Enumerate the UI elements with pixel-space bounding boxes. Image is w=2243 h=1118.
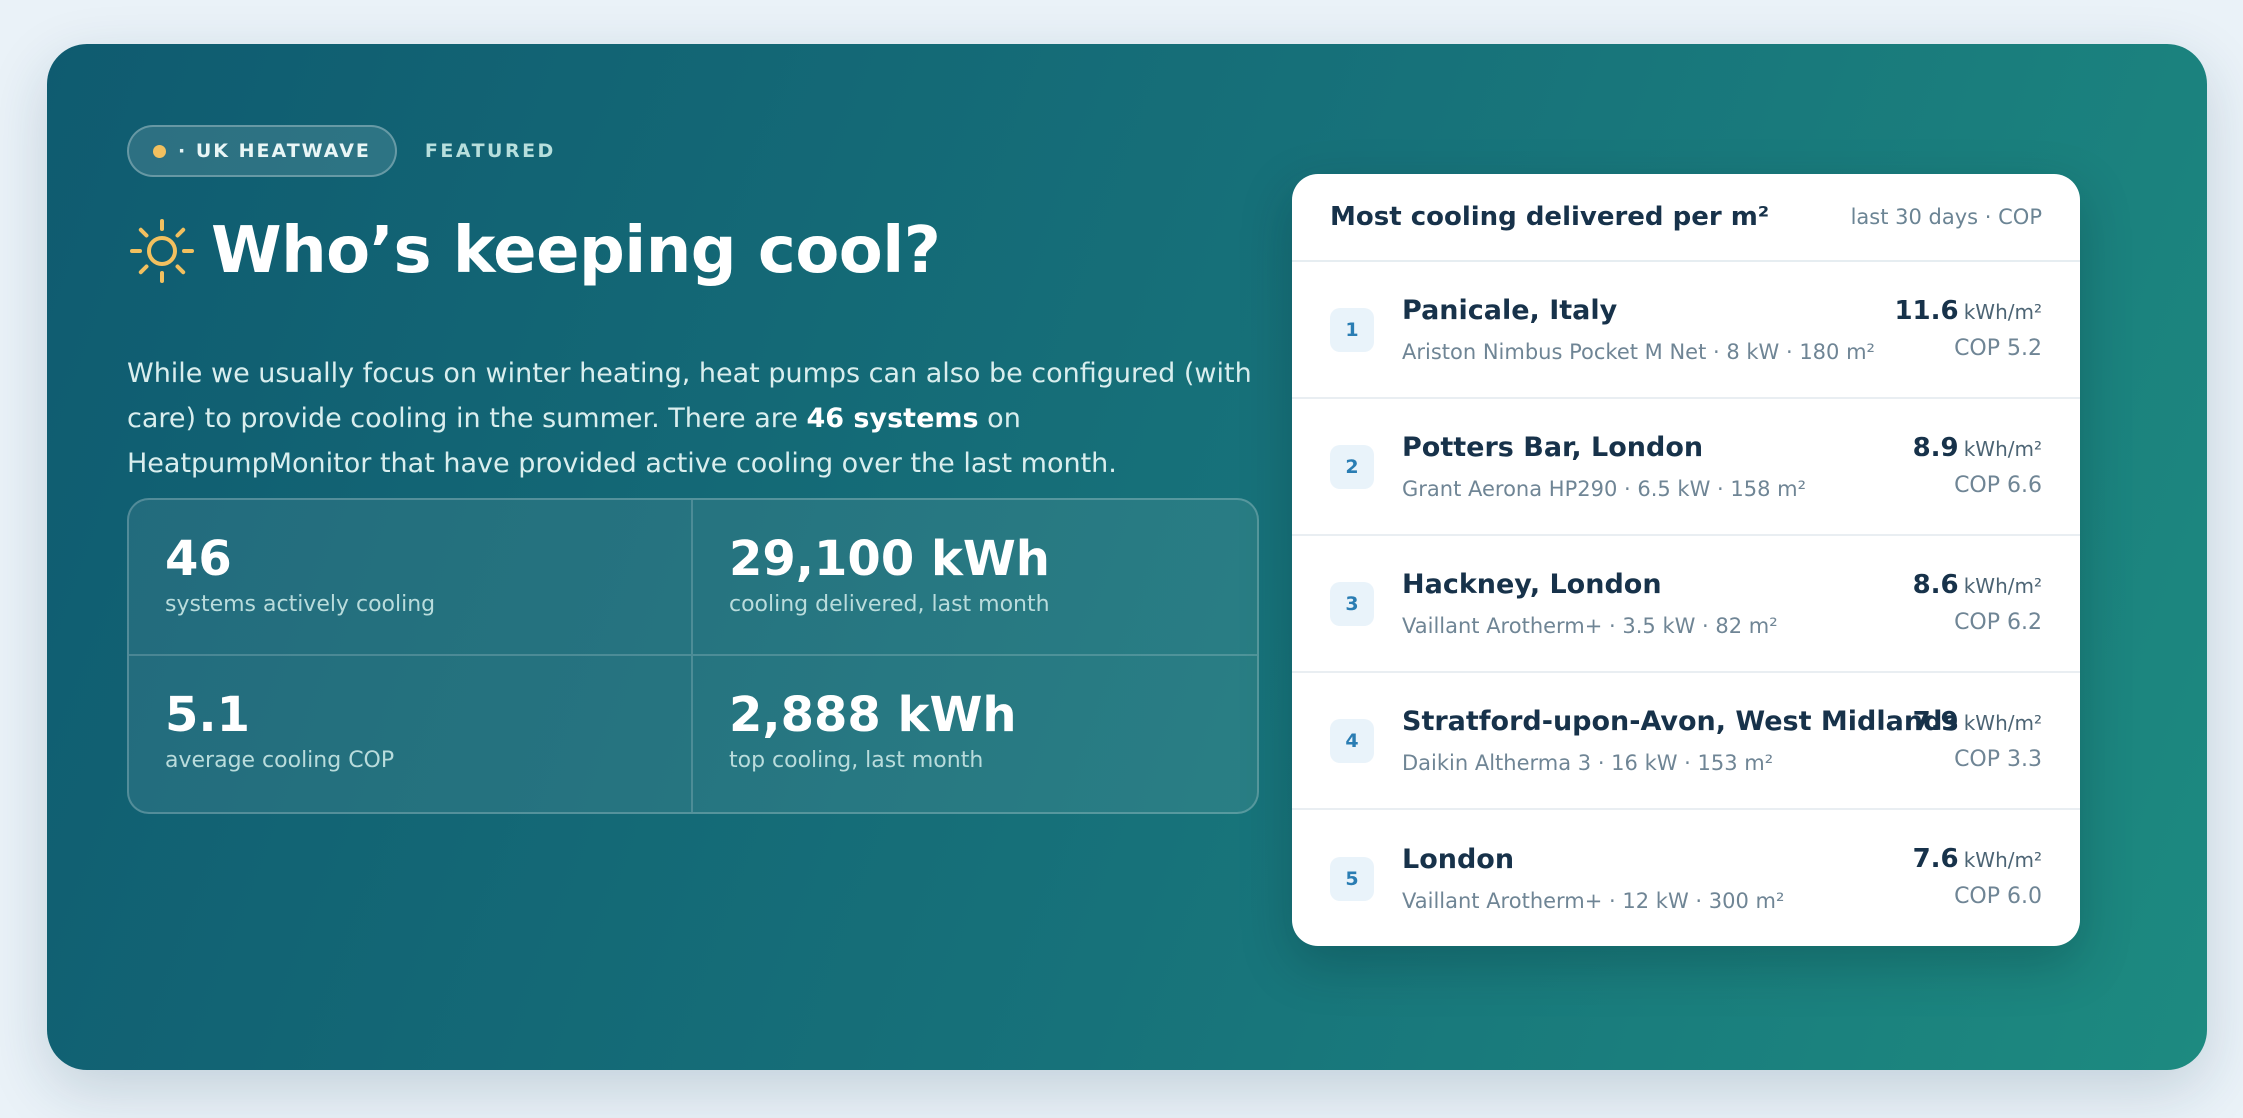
leaderboard-panel: Most cooling delivered per m² last 30 da… xyxy=(1292,174,2080,946)
intro-text-1: While we usually focus on winter heating… xyxy=(127,358,1252,434)
leaderboard-row[interactable]: 4 Stratford-upon-Avon, West Midlands Dai… xyxy=(1292,673,2080,810)
leaderboard-row[interactable]: 3 Hackney, London Vaillant Arotherm+ · 3… xyxy=(1292,536,2080,673)
cop-value: COP 6.0 xyxy=(1954,884,2042,909)
row-metrics: 8.9 kWh/m² COP 6.6 xyxy=(1913,433,2042,498)
leaderboard-row[interactable]: 5 London Vaillant Arotherm+ · 12 kW · 30… xyxy=(1292,810,2080,946)
rank-badge: 4 xyxy=(1330,718,1374,763)
cooling-value: 7.6 xyxy=(1912,844,1959,874)
cooling-unit: kWh/m² xyxy=(1963,574,2042,598)
leaderboard-row[interactable]: 2 Potters Bar, London Grant Aerona HP290… xyxy=(1292,399,2080,536)
rank-badge: 1 xyxy=(1330,307,1374,352)
heatwave-badge: · UK HEATWAVE xyxy=(127,125,397,177)
cop-value: COP 6.6 xyxy=(1954,473,2042,498)
stat-label: average cooling COP xyxy=(165,748,395,773)
headline: Who’s keeping cool? xyxy=(127,214,941,288)
badge-row: · UK HEATWAVE FEATURED xyxy=(127,125,556,177)
rank-badge: 3 xyxy=(1330,581,1374,626)
rank-badge: 2 xyxy=(1330,444,1374,489)
row-metrics: 7.9 kWh/m² COP 3.3 xyxy=(1913,707,2042,772)
stat-label: top cooling, last month xyxy=(729,748,984,773)
sun-icon xyxy=(130,219,194,283)
cooling-unit: kWh/m² xyxy=(1963,300,2042,324)
cooling-value: 8.9 xyxy=(1912,433,1959,463)
leaderboard-row[interactable]: 1 Panicale, Italy Ariston Nimbus Pocket … xyxy=(1292,262,2080,399)
stat-label: systems actively cooling xyxy=(165,592,436,617)
stat-value: 5.1 xyxy=(165,687,251,743)
cooling-unit: kWh/m² xyxy=(1963,848,2042,872)
cop-value: COP 5.2 xyxy=(1954,336,2042,361)
stats-grid: 46 systems actively cooling 29,100 kWh c… xyxy=(127,498,1259,814)
cop-value: COP 3.3 xyxy=(1954,747,2042,772)
row-metrics: 11.6 kWh/m² COP 5.2 xyxy=(1894,296,2042,361)
row-metrics: 7.6 kWh/m² COP 6.0 xyxy=(1913,844,2042,909)
cooling-value: 11.6 xyxy=(1894,296,1959,326)
cooling-value: 8.6 xyxy=(1912,570,1959,600)
rank-badge: 5 xyxy=(1330,856,1374,901)
intro-paragraph: While we usually focus on winter heating… xyxy=(127,351,1267,486)
stat-top-cooling: 2,888 kWh top cooling, last month xyxy=(693,656,1257,812)
stat-systems: 46 systems actively cooling xyxy=(129,500,693,656)
row-metrics: 8.6 kWh/m² COP 6.2 xyxy=(1913,570,2042,635)
leaderboard-title: Most cooling delivered per m² xyxy=(1330,202,1770,232)
heatwave-badge-label: · UK HEATWAVE xyxy=(178,140,371,162)
stat-value: 46 xyxy=(165,531,232,587)
status-dot-icon xyxy=(153,144,166,158)
stat-cooling-delivered: 29,100 kWh cooling delivered, last month xyxy=(693,500,1257,656)
stat-value: 29,100 kWh xyxy=(729,531,1050,587)
leaderboard-header: Most cooling delivered per m² last 30 da… xyxy=(1292,174,2080,262)
cooling-unit: kWh/m² xyxy=(1963,711,2042,735)
cooling-unit: kWh/m² xyxy=(1963,437,2042,461)
stat-value: 2,888 kWh xyxy=(729,687,1017,743)
page-title: Who’s keeping cool? xyxy=(211,214,941,288)
stat-label: cooling delivered, last month xyxy=(729,592,1050,617)
cooling-value: 7.9 xyxy=(1912,707,1959,737)
stat-average-cop: 5.1 average cooling COP xyxy=(129,656,693,812)
cop-value: COP 6.2 xyxy=(1954,610,2042,635)
intro-highlight: 46 systems xyxy=(806,403,979,434)
leaderboard-meta: last 30 days · COP xyxy=(1850,205,2042,229)
featured-label: FEATURED xyxy=(424,140,556,162)
